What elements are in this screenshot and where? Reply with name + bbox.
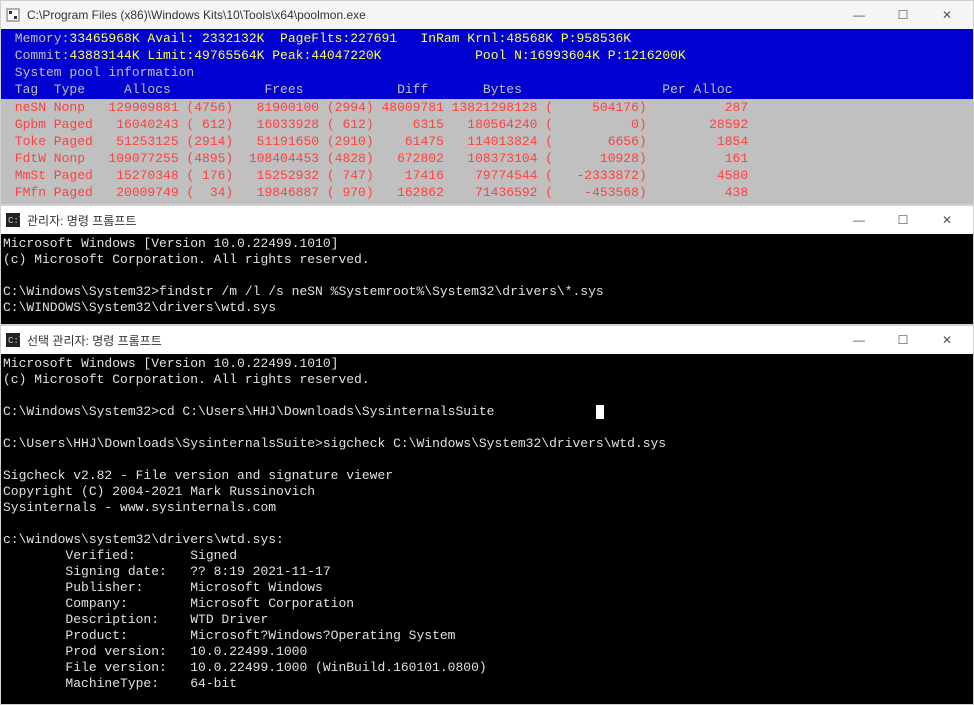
- cmd-line: Company: Microsoft Corporation: [3, 596, 354, 611]
- cmd-line: Sysinternals - www.sysinternals.com: [3, 500, 276, 515]
- svg-text:C:\: C:\: [8, 216, 20, 226]
- titlebar[interactable]: C:\Program Files (x86)\Windows Kits\10\T…: [1, 1, 973, 29]
- poolmon-row: neSN Nonp 129909881 (4756) 81900100 (299…: [7, 99, 967, 116]
- cmd-line: Copyright (C) 2004-2021 Mark Russinovich: [3, 484, 315, 499]
- poolmon-row: Toke Paged 51253125 (2914) 51191650 (291…: [7, 133, 967, 150]
- poolmon-row: FMfn Paged 20009749 ( 34) 19846887 ( 970…: [7, 184, 967, 201]
- cmd-window-1: C:\ 관리자: 명령 프롬프트 — ☐ ✕ Microsoft Windows…: [0, 205, 974, 325]
- minimize-button[interactable]: —: [837, 326, 881, 354]
- poolmon-row: FdtW Nonp 109077255 (4895) 108404453 (48…: [7, 150, 967, 167]
- cmd-line: (c) Microsoft Corporation. All rights re…: [3, 372, 370, 387]
- close-button[interactable]: ✕: [925, 326, 969, 354]
- cmd-line: Publisher: Microsoft Windows: [3, 580, 323, 595]
- cmd-icon: C:\: [5, 212, 21, 228]
- minimize-button[interactable]: —: [837, 1, 881, 29]
- cmd-window-2: C:\ 선택 관리자: 명령 프롬프트 — ☐ ✕ Microsoft Wind…: [0, 325, 974, 705]
- text-cursor: [596, 405, 604, 419]
- poolmon-output: Memory:33465968K Avail: 2332132K PageFlt…: [1, 29, 973, 204]
- cmd-output[interactable]: Microsoft Windows [Version 10.0.22499.10…: [1, 354, 973, 704]
- titlebar[interactable]: C:\ 관리자: 명령 프롬프트 — ☐ ✕: [1, 206, 973, 234]
- maximize-button[interactable]: ☐: [881, 326, 925, 354]
- cmd-line: Sigcheck v2.82 - File version and signat…: [3, 468, 393, 483]
- app-icon: [5, 7, 21, 23]
- cmd-line: Signing date: ?? 8:19 2021-11-17: [3, 564, 331, 579]
- cmd-line: Prod version: 10.0.22499.1000: [3, 644, 307, 659]
- titlebar[interactable]: C:\ 선택 관리자: 명령 프롬프트 — ☐ ✕: [1, 326, 973, 354]
- maximize-button[interactable]: ☐: [881, 1, 925, 29]
- title-text: C:\Program Files (x86)\Windows Kits\10\T…: [27, 8, 837, 22]
- poolmon-header: Memory:33465968K Avail: 2332132K PageFlt…: [1, 29, 973, 99]
- cmd-line: Verified: Signed: [3, 548, 237, 563]
- cmd-icon: C:\: [5, 332, 21, 348]
- cmd-output[interactable]: Microsoft Windows [Version 10.0.22499.10…: [1, 234, 973, 324]
- window-controls: — ☐ ✕: [837, 326, 969, 354]
- close-button[interactable]: ✕: [925, 206, 969, 234]
- poolmon-row: MmSt Paged 15270348 ( 176) 15252932 ( 74…: [7, 167, 967, 184]
- title-text: 선택 관리자: 명령 프롬프트: [27, 332, 837, 349]
- window-controls: — ☐ ✕: [837, 1, 969, 29]
- svg-text:C:\: C:\: [8, 336, 20, 346]
- poolmon-row: Gpbm Paged 16040243 ( 612) 16033928 ( 61…: [7, 116, 967, 133]
- poolmon-window: C:\Program Files (x86)\Windows Kits\10\T…: [0, 0, 974, 205]
- maximize-button[interactable]: ☐: [881, 206, 925, 234]
- cmd-line: File version: 10.0.22499.1000 (WinBuild.…: [3, 660, 487, 675]
- cmd-line: C:\Users\HHJ\Downloads\SysinternalsSuite…: [3, 436, 666, 451]
- close-button[interactable]: ✕: [925, 1, 969, 29]
- cmd-line: MachineType: 64-bit: [3, 676, 237, 691]
- cmd-line: Description: WTD Driver: [3, 612, 268, 627]
- cmd-line: c:\windows\system32\drivers\wtd.sys:: [3, 532, 284, 547]
- title-text: 관리자: 명령 프롬프트: [27, 212, 837, 229]
- cmd-line: Product: Microsoft?Windows?Operating Sys…: [3, 628, 455, 643]
- cmd-line: Microsoft Windows [Version 10.0.22499.10…: [3, 356, 338, 371]
- cmd-line: C:\Windows\System32>cd C:\Users\HHJ\Down…: [3, 404, 494, 419]
- poolmon-rows: neSN Nonp 129909881 (4756) 81900100 (299…: [1, 99, 973, 201]
- window-controls: — ☐ ✕: [837, 206, 969, 234]
- minimize-button[interactable]: —: [837, 206, 881, 234]
